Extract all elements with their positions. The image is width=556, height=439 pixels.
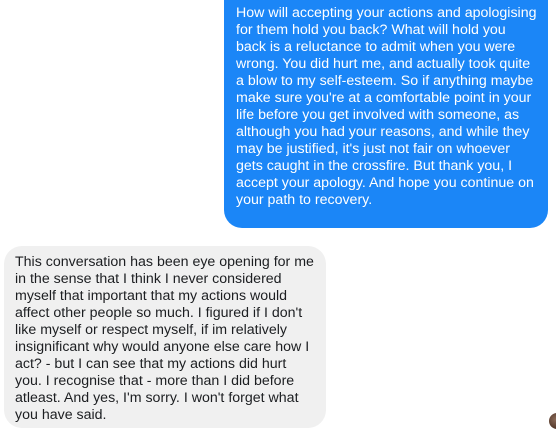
sent-message-bubble[interactable]: How will accepting your actions and apol… <box>224 0 548 228</box>
message-thread: How will accepting your actions and apol… <box>0 0 556 439</box>
received-message-bubble[interactable]: This conversation has been eye opening f… <box>4 246 326 428</box>
read-receipt-avatar <box>549 413 556 429</box>
